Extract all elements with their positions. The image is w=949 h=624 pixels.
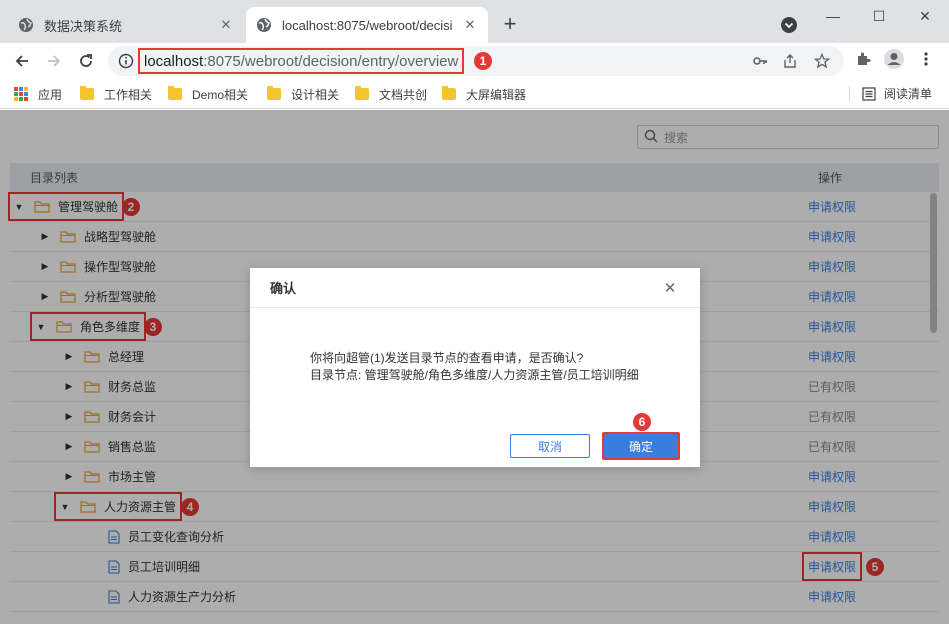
dialog-message-line: 你将向超管(1)发送目录节点的查看申请，是否确认? (310, 351, 584, 365)
dialog-header: 确认 ✕ (250, 268, 700, 308)
callout-badge: 6 (633, 413, 651, 431)
url-text[interactable]: localhost:8075/webroot/decision/entry/ov… (138, 48, 465, 74)
apps-grid-icon (14, 87, 28, 101)
bookmark-label: 设计相关 (291, 87, 340, 102)
bookmarks-bar: 应用 工作相关 Demo相关 设计相关 文档共创 大屏编辑器 阅读清单 (0, 79, 949, 109)
dialog-title: 确认 (270, 281, 297, 296)
bookmark-label: 工作相关 (104, 87, 153, 102)
minimize-icon[interactable]: — (810, 4, 856, 28)
reading-list-button[interactable]: 阅读清单 (862, 85, 932, 102)
globe-icon (18, 17, 34, 33)
bookmark-folder[interactable]: 工作相关 (80, 85, 152, 103)
share-icon[interactable] (780, 51, 800, 71)
profile-avatar-icon[interactable] (882, 47, 906, 71)
forward-icon[interactable] (40, 47, 68, 75)
browser-tab-strip: 数据决策系统 ✕ localhost:8075/webroot/decisi ✕… (0, 0, 949, 43)
bookmark-apps[interactable]: 应用 (14, 85, 62, 103)
extensions-icon[interactable] (851, 47, 875, 71)
browser-toolbar: localhost:8075/webroot/decision/entry/ov… (0, 43, 949, 79)
confirm-dialog: 确认 ✕ 你将向超管(1)发送目录节点的查看申请，是否确认? 目录节点: 管理驾… (250, 268, 700, 467)
url-path: :8075/webroot/decision/entry/overview (203, 52, 459, 70)
confirm-button[interactable]: 确定 (602, 432, 680, 460)
star-icon[interactable] (812, 51, 832, 71)
tab-search-icon[interactable] (779, 15, 799, 35)
reading-list-icon (862, 86, 876, 101)
bookmark-label: 文档共创 (379, 87, 428, 102)
close-icon[interactable]: ✕ (462, 17, 478, 33)
tab-title: 数据决策系统 (44, 18, 123, 34)
tab-decision-system[interactable]: 数据决策系统 ✕ (8, 7, 244, 43)
key-icon[interactable] (750, 51, 770, 71)
menu-kebab-icon[interactable] (914, 47, 938, 71)
folder-icon (355, 86, 369, 100)
window-close-icon[interactable]: ✕ (902, 4, 948, 28)
folder-icon (267, 86, 281, 100)
dialog-message-line: 目录节点: 管理驾驶舱/角色多维度/人力资源主管/员工培训明细 (310, 368, 639, 382)
info-icon[interactable] (118, 53, 134, 69)
cancel-button[interactable]: 取消 (510, 434, 590, 458)
bookmark-label: 应用 (38, 87, 63, 102)
url-host: localhost (144, 52, 204, 70)
maximize-icon[interactable]: ☐ (856, 4, 902, 28)
divider (849, 86, 850, 102)
new-tab-button[interactable]: + (498, 11, 522, 36)
folder-icon (80, 86, 94, 100)
bookmark-folder[interactable]: 文档共创 (355, 85, 427, 103)
bookmark-folder[interactable]: Demo相关 (168, 85, 248, 103)
folder-icon (168, 86, 182, 100)
bookmark-folder[interactable]: 设计相关 (267, 85, 339, 103)
close-icon[interactable]: ✕ (662, 280, 678, 297)
tab-localhost[interactable]: localhost:8075/webroot/decisi ✕ (246, 7, 488, 43)
bookmark-label: 大屏编辑器 (466, 87, 527, 102)
bookmark-folder[interactable]: 大屏编辑器 (442, 85, 526, 103)
close-icon[interactable]: ✕ (218, 17, 234, 33)
back-icon[interactable] (8, 47, 36, 75)
tab-title: localhost:8075/webroot/decisi (282, 17, 453, 33)
callout-badge: 1 (474, 52, 492, 70)
folder-icon (442, 86, 456, 100)
reload-icon[interactable] (72, 47, 100, 75)
dialog-message: 你将向超管(1)发送目录节点的查看申请，是否确认? 目录节点: 管理驾驶舱/角色… (310, 350, 639, 384)
address-bar[interactable]: localhost:8075/webroot/decision/entry/ov… (108, 46, 844, 76)
reading-list-label: 阅读清单 (884, 87, 933, 101)
globe-icon (256, 17, 272, 33)
bookmark-label: Demo相关 (192, 87, 249, 102)
